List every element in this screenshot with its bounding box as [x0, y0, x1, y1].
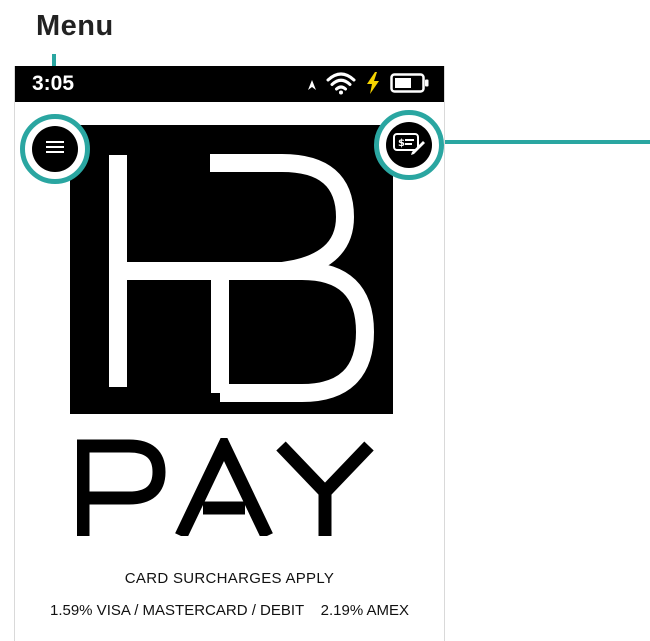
wifi-icon: [326, 71, 356, 100]
quick-pay-callout-line: [434, 140, 650, 144]
menu-callout-label: Menu: [36, 10, 114, 42]
surcharge-heading: CARD SURCHARGES APPLY: [124, 570, 335, 587]
charging-bolt-icon: [366, 72, 380, 99]
menu-button-face: [32, 126, 78, 172]
quick-pay-button[interactable]: $: [374, 110, 444, 180]
svg-text:$: $: [398, 138, 405, 149]
hamburger-menu-icon: [46, 140, 64, 159]
status-bar: 3:05: [15, 66, 444, 102]
surcharge-rates: 1.59% VISA / MASTERCARD / DEBIT 2.19% AM…: [49, 602, 410, 619]
location-arrow-icon: [308, 77, 316, 95]
menu-button[interactable]: [20, 114, 90, 184]
annotated-screenshot: Menu 3:05 $ CARD SURCHARGES APPLY 1.59% …: [0, 0, 650, 641]
pay-wordmark: [76, 430, 387, 539]
hb-logo: [70, 125, 393, 414]
status-time: 3:05: [32, 72, 75, 95]
status-icons: [308, 71, 430, 100]
battery-icon: [390, 72, 430, 99]
phone-screen: 3:05 $ CARD SURCHARGES APPLY 1.59% VISA …: [14, 66, 445, 641]
quick-pay-button-face: $: [386, 122, 432, 168]
dollar-edit-icon: $: [392, 131, 426, 160]
